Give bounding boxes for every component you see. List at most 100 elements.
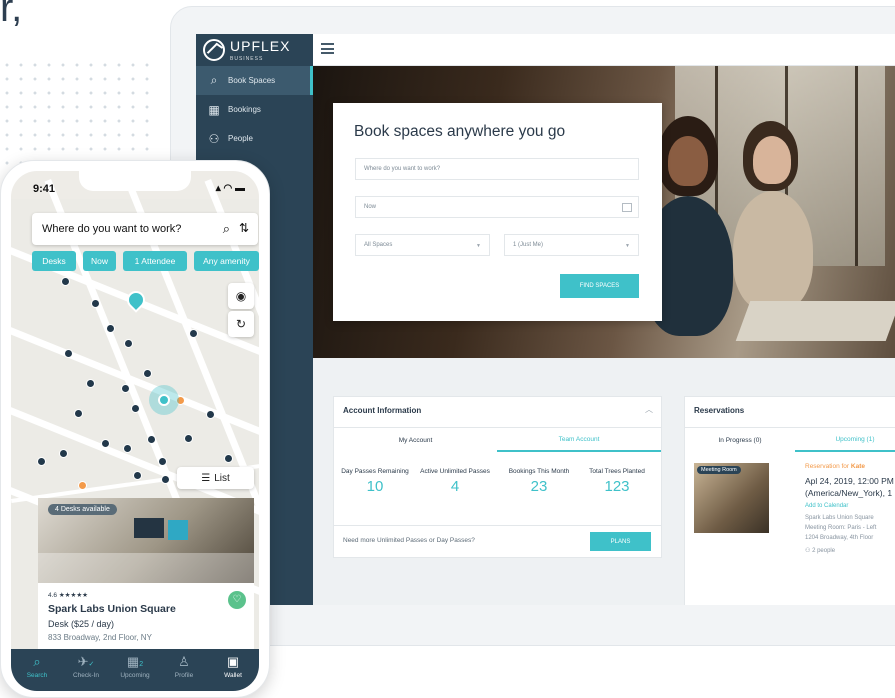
attendees-select[interactable]: 1 (Just Me) ▼ xyxy=(504,234,639,256)
reservation-address: 1204 Broadway, 4th Floor xyxy=(805,535,874,541)
map-pin[interactable] xyxy=(161,475,170,484)
when-input[interactable]: Now xyxy=(355,196,639,218)
space-type-select[interactable]: All Spaces ▼ xyxy=(355,234,490,256)
tab-label: Search xyxy=(26,672,48,679)
sidebar-item-book-spaces[interactable]: ⌕ Book Spaces xyxy=(196,66,313,95)
map-pin[interactable] xyxy=(37,457,46,466)
map-pin[interactable] xyxy=(101,439,110,448)
window-mullion xyxy=(855,66,858,266)
list-label: List xyxy=(214,472,230,484)
tab-in-progress[interactable]: In Progress (0) xyxy=(685,427,795,452)
reservation-datetime: Apl 24, 2019, 12:00 PM xyxy=(805,476,894,486)
logo-wordmark: UPFLEX BUSINESS xyxy=(230,38,290,62)
reservation-timezone: (America/New_York), 1 xyxy=(805,488,893,498)
map-pin[interactable] xyxy=(124,339,133,348)
booking-title: Book spaces anywhere you go xyxy=(354,123,566,140)
refresh-icon[interactable]: ↻ xyxy=(228,311,254,337)
sidebar-item-bookings[interactable]: ▦ Bookings xyxy=(196,95,313,124)
tab-team-account[interactable]: Team Account xyxy=(497,427,661,452)
when-value: Now xyxy=(364,204,377,210)
locate-icon[interactable]: ◉ xyxy=(228,283,254,309)
tab-upcoming[interactable]: ▦2 Upcoming xyxy=(112,654,158,679)
map-pin[interactable] xyxy=(123,444,132,453)
map-pin[interactable] xyxy=(91,299,100,308)
tab-profile[interactable]: ♙ Profile xyxy=(161,654,207,679)
add-to-calendar-link[interactable]: Add to Calendar xyxy=(805,503,848,509)
booking-card: Book spaces anywhere you go Where do you… xyxy=(333,103,662,321)
map-pin[interactable] xyxy=(131,404,140,413)
filter-chip-now[interactable]: Now xyxy=(83,251,116,271)
logo-sub: BUSINESS xyxy=(230,56,264,62)
person-face xyxy=(753,136,791,184)
plans-button[interactable]: PLANS xyxy=(590,532,651,551)
list-view-button[interactable]: ☰ List xyxy=(177,467,254,489)
map-pin[interactable] xyxy=(147,435,156,444)
search-icon[interactable]: ⌕ xyxy=(223,221,230,237)
map-pin[interactable] xyxy=(184,434,193,443)
map-pin-highlight[interactable] xyxy=(78,481,87,490)
people-icon: ⚇ xyxy=(208,131,220,146)
upflex-logo-icon xyxy=(203,39,225,61)
tab-label: Check-In xyxy=(72,672,99,679)
tab-check-in[interactable]: ✈✓ Check-In xyxy=(63,654,109,679)
wallet-icon: ▣ xyxy=(226,654,240,669)
tab-wallet[interactable]: ▣ Wallet xyxy=(210,654,256,679)
meeting-room-badge: Meeting Room xyxy=(697,466,741,474)
map-pin[interactable] xyxy=(61,277,70,286)
location-dot xyxy=(158,394,170,406)
stat-trees: Total Trees Planted 123 xyxy=(582,467,652,495)
upcoming-badge: 2 xyxy=(139,661,144,668)
divider xyxy=(334,525,661,526)
where-placeholder: Where do you want to work? xyxy=(364,166,441,172)
stat-bookings: Bookings This Month 23 xyxy=(504,467,574,495)
favorite-icon[interactable]: ♡ xyxy=(228,591,246,609)
stat-value: 10 xyxy=(366,478,384,495)
filter-chip-amenity[interactable]: Any amenity xyxy=(194,251,259,271)
reservations-title: Reservations xyxy=(694,406,745,415)
chevron-up-icon[interactable]: ︿ xyxy=(645,404,653,415)
upflex-logo[interactable]: UPFLEX BUSINESS xyxy=(196,34,313,66)
search-icon: ⌕ xyxy=(33,654,41,669)
sort-icon[interactable]: ⇅ xyxy=(239,221,249,235)
map-pin[interactable] xyxy=(74,409,83,418)
tab-search[interactable]: ⌕ Search xyxy=(14,654,60,679)
map-pin[interactable] xyxy=(59,449,68,458)
sidebar-item-people[interactable]: ⚇ People xyxy=(196,124,313,153)
map-pin[interactable] xyxy=(143,369,152,378)
stat-unlimited-passes: Active Unlimited Passes 4 xyxy=(420,467,490,495)
account-title: Account Information xyxy=(343,406,422,415)
tab-my-account[interactable]: My Account xyxy=(334,427,497,452)
bottom-tab-bar: ⌕ Search ✈✓ Check-In ▦2 Upcoming ♙ Profi… xyxy=(11,649,259,691)
map-pin[interactable] xyxy=(206,410,215,419)
profile-icon: ♙ xyxy=(178,654,190,669)
map-pin[interactable] xyxy=(86,379,95,388)
hamburger-menu-icon[interactable] xyxy=(321,43,334,54)
map-pin[interactable] xyxy=(158,457,167,466)
chevron-down-icon: ▼ xyxy=(476,243,481,249)
search-input[interactable]: Where do you want to work? ⌕ ⇅ xyxy=(32,213,258,245)
tab-label: Upcoming xyxy=(120,672,150,679)
stat-day-passes: Day Passes Remaining 10 xyxy=(340,467,410,495)
listing-photo: 4 Desks available xyxy=(38,498,254,583)
filter-chip-desks[interactable]: Desks xyxy=(32,251,76,271)
map-pin[interactable] xyxy=(121,384,130,393)
current-location-icon[interactable] xyxy=(149,385,179,415)
tv-screen xyxy=(134,518,164,538)
wall-art xyxy=(168,520,188,540)
listing-card[interactable]: 4 Desks available 4.6 ★★★★★ ♡ Spark Labs… xyxy=(38,498,254,651)
tab-label: Profile xyxy=(174,672,194,679)
map-pin[interactable] xyxy=(189,329,198,338)
table-shape xyxy=(735,301,895,341)
sidebar-item-label: Bookings xyxy=(228,105,261,114)
where-input[interactable]: Where do you want to work? xyxy=(355,158,639,180)
meeting-room-photo[interactable]: Meeting Room xyxy=(694,463,769,533)
reservation-people: ⚇ 2 people xyxy=(805,547,835,554)
map-pin[interactable] xyxy=(106,324,115,333)
map-pin[interactable] xyxy=(224,454,233,463)
find-spaces-button[interactable]: FIND SPACES xyxy=(560,274,639,298)
map-pin[interactable] xyxy=(133,471,142,480)
map-pin[interactable] xyxy=(64,349,73,358)
tab-upcoming[interactable]: Upcoming (1) xyxy=(795,427,895,452)
filter-chip-attendee[interactable]: 1 Attendee xyxy=(123,251,187,271)
sidebar-item-label: People xyxy=(228,134,253,143)
